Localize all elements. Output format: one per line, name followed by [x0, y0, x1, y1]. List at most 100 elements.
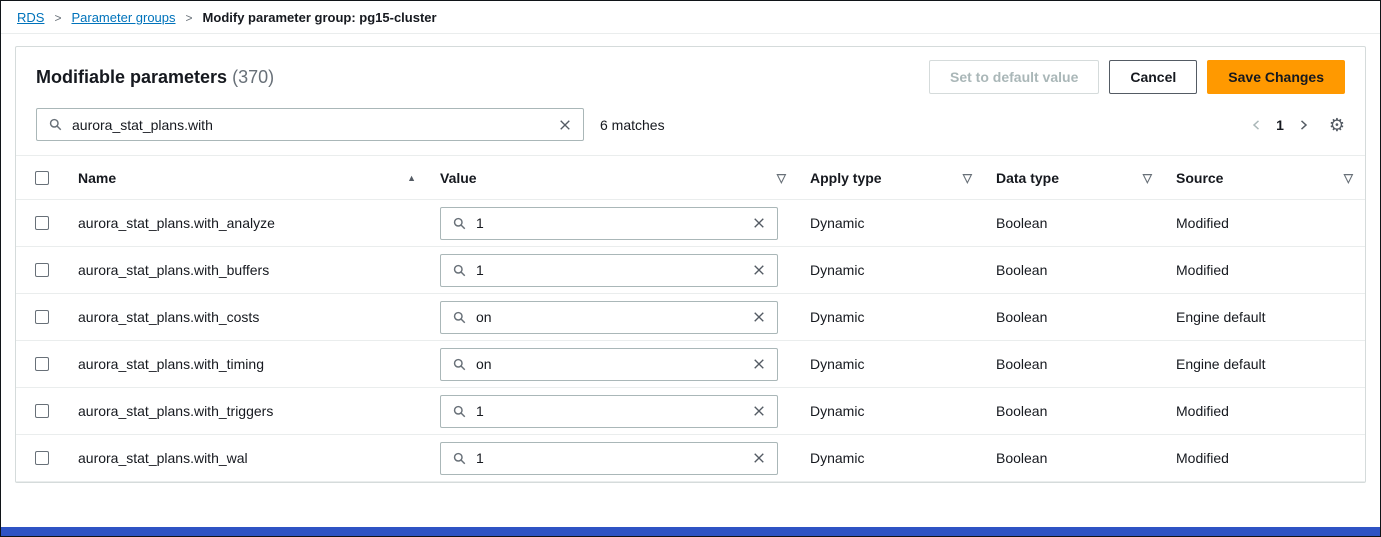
column-label: Name — [78, 170, 116, 186]
pagination-current-page[interactable]: 1 — [1269, 117, 1291, 133]
chevron-right-icon[interactable] — [1295, 117, 1311, 133]
panel-header: Modifiable parameters (370) Set to defau… — [16, 47, 1365, 100]
value-input-box[interactable] — [440, 254, 778, 287]
parameter-name: aurora_stat_plans.with_costs — [78, 309, 259, 325]
table-row: aurora_stat_plans.with_wal Dynamic Boole… — [16, 435, 1365, 482]
apply-type-cell: Dynamic — [798, 200, 984, 247]
row-checkbox[interactable] — [35, 263, 49, 277]
data-type-cell: Boolean — [984, 200, 1164, 247]
data-type-cell: Boolean — [984, 294, 1164, 341]
breadcrumb-current: Modify parameter group: pg15-cluster — [203, 10, 437, 25]
search-icon — [451, 450, 468, 467]
page-title: Modifiable parameters (370) — [36, 67, 274, 88]
breadcrumb-link-parameter-groups[interactable]: Parameter groups — [71, 10, 175, 25]
source-cell: Engine default — [1164, 341, 1365, 388]
apply-type-cell: Dynamic — [798, 341, 984, 388]
table-row: aurora_stat_plans.with_costs Dynamic Boo… — [16, 294, 1365, 341]
parameter-name: aurora_stat_plans.with_buffers — [78, 262, 269, 278]
match-count: 6 matches — [600, 117, 665, 133]
page-title-text: Modifiable parameters — [36, 67, 227, 87]
source-cell: Modified — [1164, 247, 1365, 294]
filter-icon[interactable]: ▽ — [777, 171, 786, 185]
column-header-data-type[interactable]: Data type ▽ — [984, 156, 1164, 200]
parameter-search-box[interactable] — [36, 108, 584, 141]
search-icon — [451, 403, 468, 420]
column-label: Apply type — [810, 170, 882, 186]
breadcrumb-link-rds[interactable]: RDS — [17, 10, 44, 25]
value-input[interactable] — [476, 309, 743, 325]
table-row: aurora_stat_plans.with_buffers Dynamic B… — [16, 247, 1365, 294]
data-type-cell: Boolean — [984, 247, 1164, 294]
header-actions: Set to default value Cancel Save Changes — [929, 60, 1345, 94]
parameter-name: aurora_stat_plans.with_analyze — [78, 215, 275, 231]
breadcrumb: RDS > Parameter groups > Modify paramete… — [1, 1, 1380, 34]
row-checkbox[interactable] — [35, 310, 49, 324]
modifiable-parameters-panel: Modifiable parameters (370) Set to defau… — [15, 46, 1366, 483]
parameter-name: aurora_stat_plans.with_wal — [78, 450, 248, 466]
value-input[interactable] — [476, 450, 743, 466]
parameter-name: aurora_stat_plans.with_triggers — [78, 403, 273, 419]
source-cell: Engine default — [1164, 294, 1365, 341]
search-icon — [451, 262, 468, 279]
console-footer-bar — [1, 527, 1380, 536]
chevron-right-icon: > — [54, 11, 61, 25]
apply-type-cell: Dynamic — [798, 247, 984, 294]
data-type-cell: Boolean — [984, 388, 1164, 435]
parameter-count: (370) — [232, 67, 274, 87]
chevron-right-icon: > — [186, 11, 193, 25]
value-input-box[interactable] — [440, 348, 778, 381]
apply-type-cell: Dynamic — [798, 388, 984, 435]
clear-value-icon[interactable] — [751, 262, 767, 278]
row-checkbox[interactable] — [35, 451, 49, 465]
clear-value-icon[interactable] — [751, 215, 767, 231]
search-icon — [451, 215, 468, 232]
column-label: Source — [1176, 170, 1223, 186]
settings-gear-icon[interactable]: ⚙ — [1329, 116, 1345, 134]
rds-console-window: RDS > Parameter groups > Modify paramete… — [0, 0, 1381, 537]
pagination: 1 ⚙ — [1249, 116, 1345, 134]
data-type-cell: Boolean — [984, 435, 1164, 482]
value-input[interactable] — [476, 262, 743, 278]
chevron-left-icon[interactable] — [1249, 117, 1265, 133]
parameters-table: Name ▲ Value▽ Apply type ▽ Data type ▽ Sour… — [16, 155, 1365, 482]
sort-ascending-icon[interactable]: ▲ — [407, 173, 416, 183]
filter-icon[interactable]: ▽ — [1344, 171, 1353, 185]
clear-value-icon[interactable] — [751, 309, 767, 325]
value-input-box[interactable] — [440, 442, 778, 475]
row-checkbox[interactable] — [35, 357, 49, 371]
source-cell: Modified — [1164, 388, 1365, 435]
select-all-checkbox[interactable] — [35, 171, 49, 185]
column-header-value[interactable]: Value▽ — [428, 156, 798, 200]
column-header-apply-type[interactable]: Apply type ▽ — [798, 156, 984, 200]
table-row: aurora_stat_plans.with_timing Dynamic Bo… — [16, 341, 1365, 388]
column-label: Data type — [996, 170, 1059, 186]
clear-search-icon[interactable] — [557, 117, 573, 133]
search-icon — [451, 356, 468, 373]
value-input[interactable] — [476, 403, 743, 419]
value-input[interactable] — [476, 356, 743, 372]
column-header-name[interactable]: Name ▲ — [66, 156, 428, 200]
filter-icon[interactable]: ▽ — [1143, 171, 1152, 185]
parameter-name: aurora_stat_plans.with_timing — [78, 356, 264, 372]
apply-type-cell: Dynamic — [798, 435, 984, 482]
clear-value-icon[interactable] — [751, 403, 767, 419]
value-input[interactable] — [476, 215, 743, 231]
value-input-box[interactable] — [440, 301, 778, 334]
clear-value-icon[interactable] — [751, 450, 767, 466]
search-input[interactable] — [72, 117, 549, 133]
cancel-button[interactable]: Cancel — [1109, 60, 1197, 94]
clear-value-icon[interactable] — [751, 356, 767, 372]
value-input-box[interactable] — [440, 395, 778, 428]
table-header-row: Name ▲ Value▽ Apply type ▽ Data type ▽ Sour… — [16, 156, 1365, 200]
column-header-source[interactable]: Source ▽ — [1164, 156, 1365, 200]
value-input-box[interactable] — [440, 207, 778, 240]
source-cell: Modified — [1164, 200, 1365, 247]
data-type-cell: Boolean — [984, 341, 1164, 388]
apply-type-cell: Dynamic — [798, 294, 984, 341]
filter-icon[interactable]: ▽ — [963, 171, 972, 185]
row-checkbox[interactable] — [35, 216, 49, 230]
set-to-default-button[interactable]: Set to default value — [929, 60, 1099, 94]
source-cell: Modified — [1164, 435, 1365, 482]
row-checkbox[interactable] — [35, 404, 49, 418]
save-changes-button[interactable]: Save Changes — [1207, 60, 1345, 94]
